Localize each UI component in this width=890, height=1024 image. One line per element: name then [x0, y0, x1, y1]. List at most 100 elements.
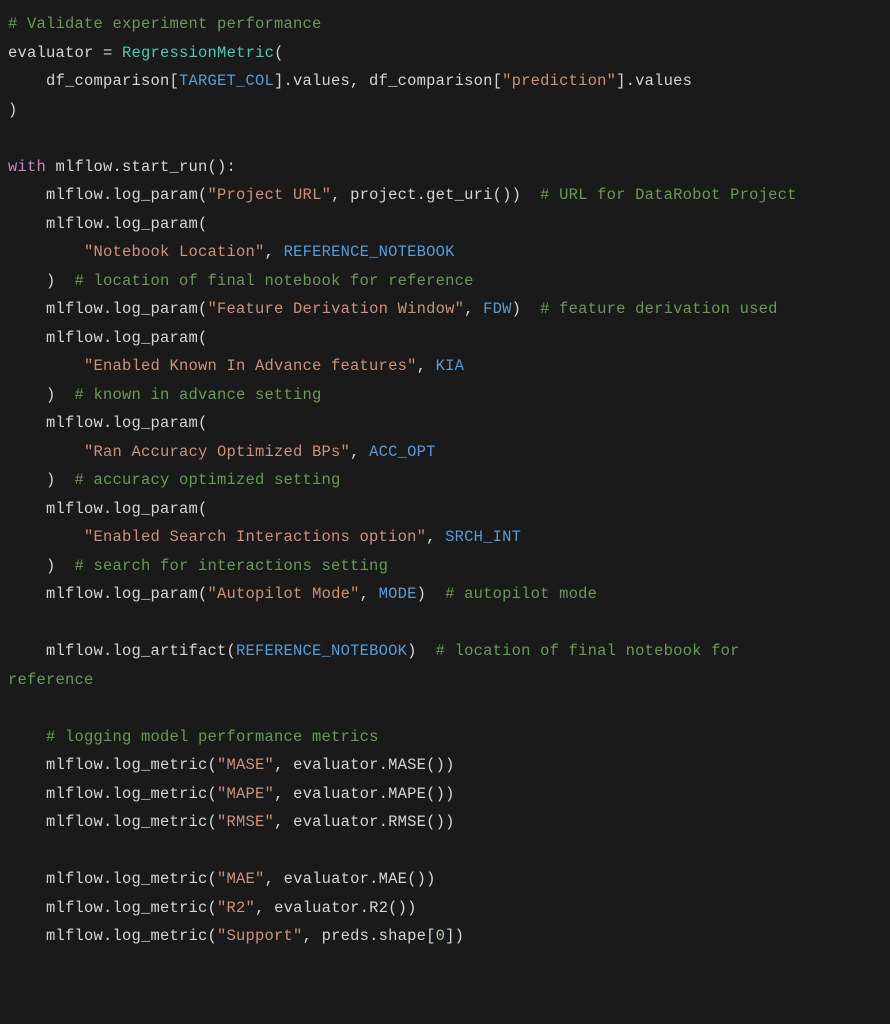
code-token: mlflow.log_param(: [8, 414, 208, 432]
code-token: SRCH_INT: [445, 528, 521, 546]
code-token: "Project URL": [208, 186, 332, 204]
code-token: # accuracy optimized setting: [75, 471, 341, 489]
code-token: [8, 357, 84, 375]
code-token: ,: [426, 528, 445, 546]
code-token: mlflow.log_param(: [8, 300, 208, 318]
code-token: mlflow.log_metric(: [8, 870, 217, 888]
code-token: , evaluator.MASE()): [274, 756, 455, 774]
code-token: ): [8, 272, 75, 290]
code-line: ) # known in advance setting: [8, 386, 322, 404]
code-token: ,: [417, 357, 436, 375]
code-token: mlflow.log_artifact(: [8, 642, 236, 660]
code-line: mlflow.log_metric("MAE", evaluator.MAE()…: [8, 870, 436, 888]
code-line: "Enabled Search Interactions option", SR…: [8, 528, 521, 546]
code-token: mlflow.log_param(: [8, 215, 208, 233]
code-token: "MAE": [217, 870, 265, 888]
code-token: ,: [464, 300, 483, 318]
code-token: mlflow.log_param(: [8, 329, 208, 347]
code-token: "Support": [217, 927, 303, 945]
code-token: KIA: [436, 357, 465, 375]
code-line: ) # search for interactions setting: [8, 557, 388, 575]
code-token: [113, 44, 123, 62]
code-token: ,: [265, 243, 284, 261]
code-line: mlflow.log_artifact(REFERENCE_NOTEBOOK) …: [8, 642, 749, 660]
code-token: ): [8, 557, 75, 575]
code-token: mlflow.log_metric(: [8, 756, 217, 774]
code-token: MODE: [379, 585, 417, 603]
code-token: , evaluator.MAPE()): [274, 785, 455, 803]
code-token: [8, 728, 46, 746]
code-line: mlflow.log_metric("Support", preds.shape…: [8, 927, 464, 945]
code-token: mlflow.start_run():: [46, 158, 236, 176]
code-token: "MAPE": [217, 785, 274, 803]
code-line: "Ran Accuracy Optimized BPs", ACC_OPT: [8, 443, 436, 461]
code-line: mlflow.log_param(: [8, 414, 208, 432]
code-line: mlflow.log_param(: [8, 500, 208, 518]
code-token: mlflow.log_metric(: [8, 899, 217, 917]
code-line: mlflow.log_metric("R2", evaluator.R2()): [8, 899, 417, 917]
code-line: mlflow.log_param("Feature Derivation Win…: [8, 300, 778, 318]
code-line: with mlflow.start_run():: [8, 158, 236, 176]
code-line: evaluator = RegressionMetric(: [8, 44, 284, 62]
code-token: mlflow.log_metric(: [8, 813, 217, 831]
code-token: # location of final notebook for: [436, 642, 750, 660]
code-token: mlflow.log_param(: [8, 500, 208, 518]
code-token: REFERENCE_NOTEBOOK: [284, 243, 455, 261]
code-token: ].values: [616, 72, 692, 90]
code-token: with: [8, 158, 46, 176]
code-line: # logging model performance metrics: [8, 728, 379, 746]
code-token: evaluator: [8, 44, 103, 62]
code-token: "Notebook Location": [84, 243, 265, 261]
code-line: "Notebook Location", REFERENCE_NOTEBOOK: [8, 243, 455, 261]
code-token: "Feature Derivation Window": [208, 300, 465, 318]
code-token: =: [103, 44, 113, 62]
code-token: mlflow.log_param(: [8, 186, 208, 204]
code-line: reference: [8, 671, 94, 689]
code-token: [8, 443, 84, 461]
code-line: mlflow.log_param("Project URL", project.…: [8, 186, 797, 204]
code-token: # location of final notebook for referen…: [75, 272, 474, 290]
code-block: # Validate experiment performance evalua…: [0, 0, 890, 961]
code-token: , preds.shape[: [303, 927, 436, 945]
code-token: # feature derivation used: [540, 300, 778, 318]
code-token: ): [512, 300, 541, 318]
code-token: ): [8, 471, 75, 489]
code-token: # search for interactions setting: [75, 557, 389, 575]
code-token: ): [417, 585, 446, 603]
code-token: , project.get_uri()): [331, 186, 540, 204]
code-token: # known in advance setting: [75, 386, 322, 404]
code-line: "Enabled Known In Advance features", KIA: [8, 357, 464, 375]
code-token: REFERENCE_NOTEBOOK: [236, 642, 407, 660]
code-token: "RMSE": [217, 813, 274, 831]
code-token: [8, 243, 84, 261]
code-token: reference: [8, 671, 94, 689]
code-token: , evaluator.R2()): [255, 899, 417, 917]
code-token: ]): [445, 927, 464, 945]
code-token: # Validate experiment performance: [8, 15, 322, 33]
code-token: ACC_OPT: [369, 443, 436, 461]
code-token: ): [8, 386, 75, 404]
code-token: (: [274, 44, 284, 62]
code-token: 0: [436, 927, 446, 945]
code-line: mlflow.log_param(: [8, 329, 208, 347]
code-token: RegressionMetric: [122, 44, 274, 62]
code-token: "Autopilot Mode": [208, 585, 360, 603]
code-line: mlflow.log_param("Autopilot Mode", MODE)…: [8, 585, 597, 603]
code-token: # autopilot mode: [445, 585, 597, 603]
code-token: ): [8, 101, 18, 119]
code-token: "Ran Accuracy Optimized BPs": [84, 443, 350, 461]
code-token: mlflow.log_metric(: [8, 927, 217, 945]
code-token: FDW: [483, 300, 512, 318]
code-line: mlflow.log_metric("MASE", evaluator.MASE…: [8, 756, 455, 774]
code-token: , evaluator.RMSE()): [274, 813, 455, 831]
code-line: mlflow.log_metric("MAPE", evaluator.MAPE…: [8, 785, 455, 803]
code-line: df_comparison[TARGET_COL].values, df_com…: [8, 72, 692, 90]
code-line: ) # accuracy optimized setting: [8, 471, 341, 489]
code-token: mlflow.log_metric(: [8, 785, 217, 803]
code-token: "MASE": [217, 756, 274, 774]
code-line: mlflow.log_param(: [8, 215, 208, 233]
code-token: "R2": [217, 899, 255, 917]
code-token: , evaluator.MAE()): [265, 870, 436, 888]
code-token: "prediction": [502, 72, 616, 90]
code-line: mlflow.log_metric("RMSE", evaluator.RMSE…: [8, 813, 455, 831]
